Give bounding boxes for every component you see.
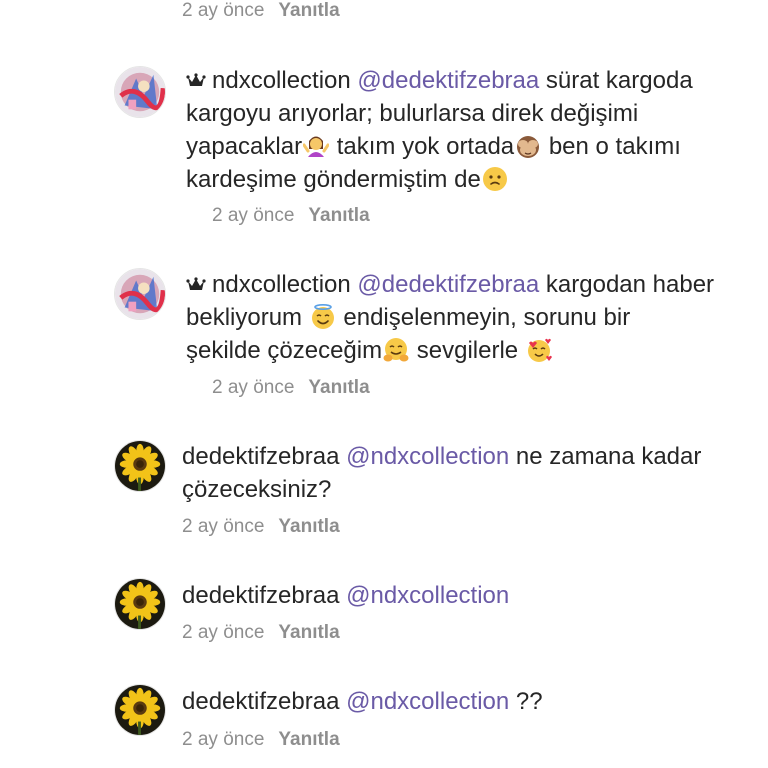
- crown-icon: [186, 73, 206, 89]
- comment-time: 2 ay önce: [212, 377, 295, 398]
- comment-meta: 2 ay önce Yanıtla: [182, 516, 340, 538]
- comment-body: dedektifzebraa @ndxcollection ne zamana …: [182, 440, 742, 506]
- comment-time: 2 ay önce: [212, 205, 295, 226]
- comment-time: 2 ay önce: [182, 622, 265, 643]
- avatar[interactable]: [114, 66, 166, 118]
- comment-username[interactable]: dedektifzebraa: [182, 443, 339, 470]
- comment-text: ben o takımı: [548, 133, 681, 160]
- mention-link[interactable]: @ndxcollection: [346, 688, 509, 715]
- smiling-face-with-hearts-emoji: [526, 337, 552, 363]
- collection-avatar: [115, 67, 165, 117]
- comment-username[interactable]: dedektifzebraa: [182, 688, 339, 715]
- comment-text: kargoyu arıyorlar; bulurlarsa direk deği…: [186, 100, 639, 127]
- comment-text: çözeceksiniz?: [182, 476, 332, 503]
- comment-text: yapacaklar: [186, 133, 303, 160]
- comment-time: 2 ay önce: [182, 0, 265, 21]
- avatar[interactable]: [114, 440, 166, 492]
- comment-text: sevgilerle: [416, 337, 519, 364]
- hugging-face-emoji: [383, 337, 409, 363]
- crown-icon: [186, 277, 206, 293]
- comment-text: sürat kargoda: [545, 67, 693, 94]
- reply-button[interactable]: Yanıtla: [278, 622, 339, 643]
- comment-username[interactable]: ndxcollection: [212, 67, 351, 94]
- reply-button[interactable]: Yanıtla: [278, 0, 339, 21]
- comment-body: dedektifzebraa @ndxcollection: [182, 579, 742, 612]
- avatar[interactable]: [114, 578, 166, 630]
- confused-face-emoji: [482, 166, 508, 192]
- collection-avatar: [115, 269, 165, 319]
- reply-button[interactable]: Yanıtla: [308, 377, 369, 398]
- comment-text: kargodan haber: [545, 271, 715, 298]
- smiling-face-with-halo-emoji: [310, 304, 336, 330]
- comment-username[interactable]: dedektifzebraa: [182, 582, 339, 609]
- comment-meta: 2 ay önce Yanıtla: [182, 729, 340, 751]
- mention-link[interactable]: @dedektifzebraa: [357, 271, 539, 298]
- comment-body: ndxcollection @dedektifzebraa kargodan h…: [186, 268, 746, 367]
- reply-button[interactable]: Yanıtla: [278, 729, 339, 750]
- comment-body: ndxcollection @dedektifzebraa sürat karg…: [186, 64, 746, 196]
- comment-text: ne zamana kadar: [515, 443, 702, 470]
- comment-text: endişelenmeyin, sorunu bir: [343, 304, 631, 331]
- comment-text: kardeşime göndermiştim de: [186, 166, 481, 193]
- comment-text: şekilde çözeceğim: [186, 337, 383, 364]
- see-no-evil-monkey-emoji: [515, 133, 541, 159]
- comment-meta: 2 ay önce Yanıtla: [212, 377, 370, 399]
- comment-text: bekliyorum: [186, 304, 303, 331]
- reply-button[interactable]: Yanıtla: [278, 516, 339, 537]
- comment-meta: 2 ay önce Yanıtla: [182, 0, 340, 22]
- mention-link[interactable]: @dedektifzebraa: [357, 67, 539, 94]
- avatar[interactable]: [114, 268, 166, 320]
- comment-meta: 2 ay önce Yanıtla: [212, 205, 370, 227]
- comment-time: 2 ay önce: [182, 516, 265, 537]
- sunflower-avatar: [115, 579, 165, 629]
- comment-time: 2 ay önce: [182, 729, 265, 750]
- avatar[interactable]: [114, 684, 166, 736]
- mention-link[interactable]: @ndxcollection: [346, 582, 509, 609]
- sunflower-avatar: [115, 441, 165, 491]
- comment-text: ??: [515, 688, 543, 715]
- comment-meta: 2 ay önce Yanıtla: [182, 622, 340, 644]
- reply-button[interactable]: Yanıtla: [308, 205, 369, 226]
- comment-username[interactable]: ndxcollection: [212, 271, 351, 298]
- sunflower-avatar: [115, 685, 165, 735]
- mention-link[interactable]: @ndxcollection: [346, 443, 509, 470]
- comment-text: takım yok ortada: [336, 133, 515, 160]
- woman-shrugging-emoji: [303, 133, 329, 159]
- comment-body: dedektifzebraa @ndxcollection ??: [182, 685, 742, 718]
